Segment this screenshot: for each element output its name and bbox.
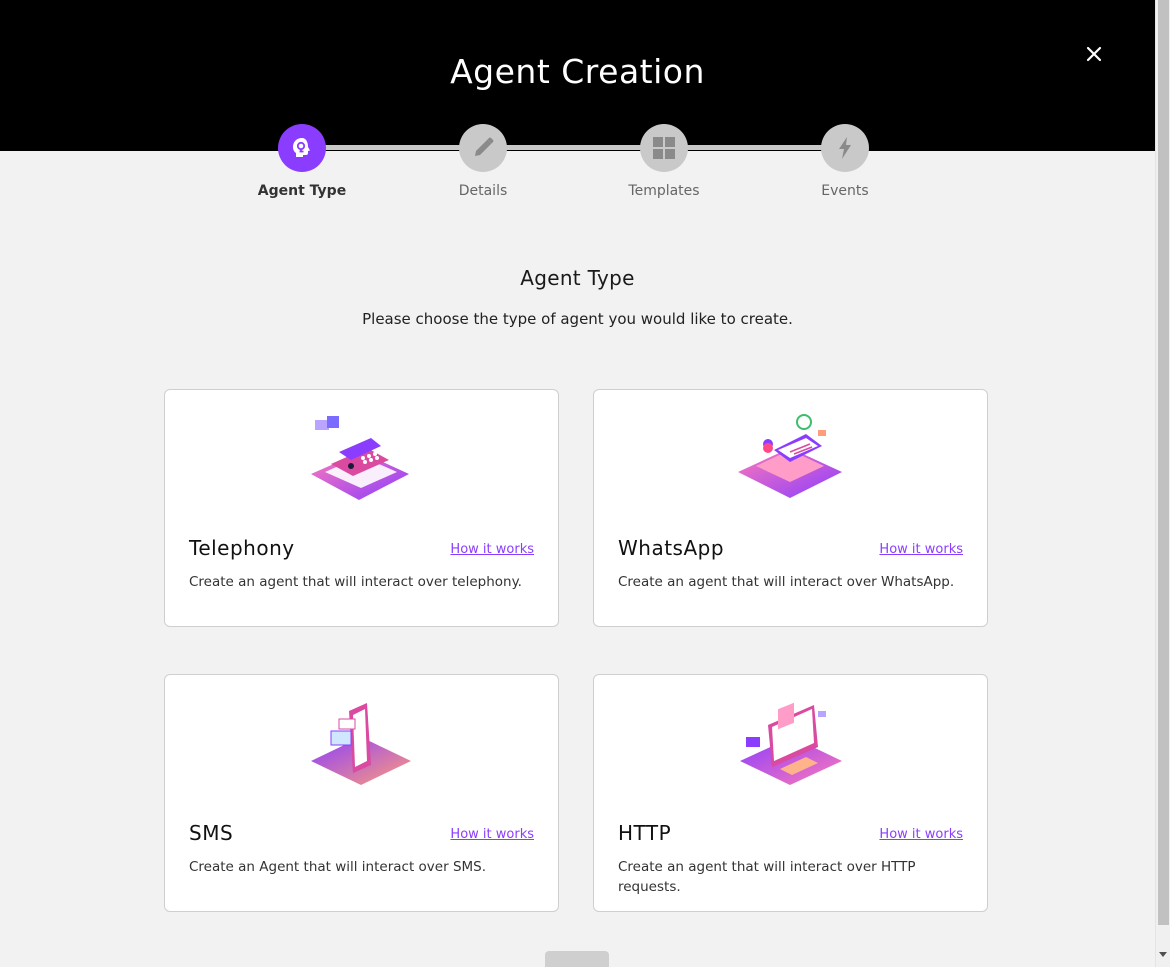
how-it-works-link[interactable]: How it works xyxy=(879,542,963,557)
how-it-works-link[interactable]: How it works xyxy=(879,827,963,842)
card-title: SMS xyxy=(189,821,234,845)
scroll-down-arrow-icon[interactable] xyxy=(1159,952,1167,957)
card-description: Create an agent that will interact over … xyxy=(189,574,522,590)
card-title: HTTP xyxy=(618,821,672,845)
sms-illustration xyxy=(305,697,417,789)
grid-icon xyxy=(640,124,688,172)
stepper-track xyxy=(302,145,845,150)
section-title: Agent Type xyxy=(520,266,635,290)
scroll-thumb[interactable] xyxy=(1158,0,1169,925)
step-events[interactable]: Events xyxy=(790,124,900,199)
close-icon[interactable] xyxy=(1082,42,1106,66)
card-title: Telephony xyxy=(189,536,295,560)
step-label: Details xyxy=(458,183,508,199)
next-button[interactable] xyxy=(545,951,609,967)
card-telephony[interactable]: Telephony How it works Create an agent t… xyxy=(164,389,559,627)
step-label: Templates xyxy=(628,183,700,199)
page-title: Agent Creation xyxy=(450,52,705,91)
agent-head-icon xyxy=(278,124,326,172)
card-description: Create an Agent that will interact over … xyxy=(189,859,487,875)
whatsapp-illustration xyxy=(734,412,846,504)
card-http[interactable]: HTTP How it works Create an agent that w… xyxy=(593,674,988,912)
step-label: Agent Type xyxy=(257,183,347,199)
card-whatsapp[interactable]: WhatsApp How it works Create an agent th… xyxy=(593,389,988,627)
agent-creation-page: Agent Creation Agent Type Details Templa… xyxy=(0,0,1170,967)
telephony-illustration xyxy=(305,412,417,504)
step-agent-type[interactable]: Agent Type xyxy=(247,124,357,199)
how-it-works-link[interactable]: How it works xyxy=(450,827,534,842)
step-templates[interactable]: Templates xyxy=(609,124,719,199)
card-title: WhatsApp xyxy=(618,536,725,560)
section-subtitle: Please choose the type of agent you woul… xyxy=(362,310,793,328)
lightning-icon xyxy=(821,124,869,172)
header-bar: Agent Creation xyxy=(0,0,1155,151)
step-label: Events xyxy=(821,183,869,199)
pencil-icon xyxy=(459,124,507,172)
card-description: Create an agent that will interact over … xyxy=(618,574,955,590)
scrollbar[interactable] xyxy=(1155,0,1170,967)
http-illustration xyxy=(734,697,846,789)
how-it-works-link[interactable]: How it works xyxy=(450,542,534,557)
card-sms[interactable]: SMS How it works Create an Agent that wi… xyxy=(164,674,559,912)
step-details[interactable]: Details xyxy=(428,124,538,199)
card-description: Create an agent that will interact over … xyxy=(618,859,916,895)
